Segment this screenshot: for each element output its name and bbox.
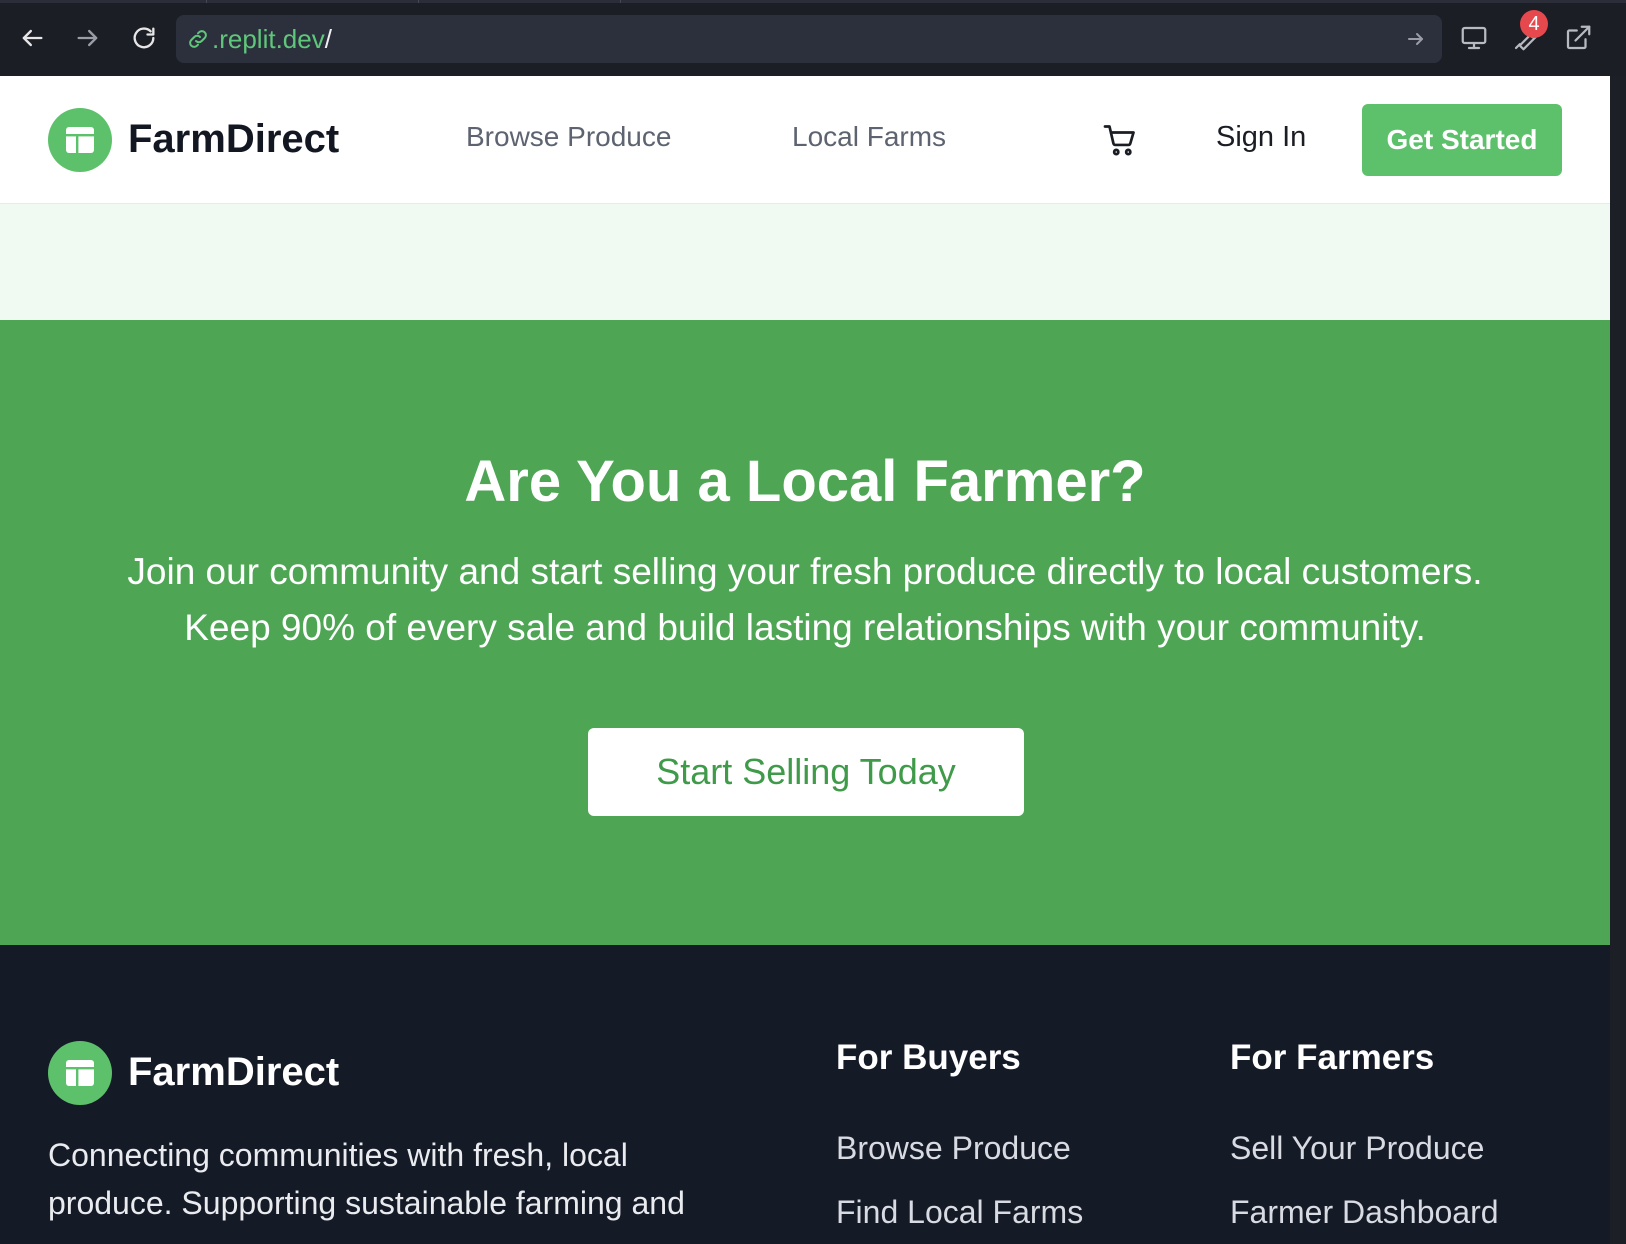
storefront-icon: [66, 1060, 94, 1086]
footer-link-browse-produce[interactable]: Browse Produce: [836, 1129, 1071, 1167]
open-in-new-tab-button[interactable]: [1560, 20, 1596, 56]
device-preview-button[interactable]: [1456, 20, 1492, 56]
monitor-icon: [1461, 26, 1487, 50]
get-started-button[interactable]: Get Started: [1362, 104, 1562, 176]
cta-title: Are You a Local Farmer?: [464, 449, 1146, 514]
reload-icon: [133, 27, 155, 49]
tab-divider: [206, 0, 207, 3]
cta-subtitle-line-1: Join our community and start selling you…: [127, 551, 1483, 592]
notification-badge: 4: [1520, 10, 1548, 38]
cart-icon[interactable]: [1102, 122, 1138, 158]
address-bar[interactable]: .replit.dev/: [176, 15, 1442, 63]
url-text: .replit.dev/: [212, 24, 332, 54]
site-footer: FarmDirect Connecting communities with f…: [0, 945, 1610, 1244]
forward-button[interactable]: [72, 22, 104, 54]
go-arrow-icon[interactable]: [1404, 27, 1428, 51]
footer-link-find-local-farms[interactable]: Find Local Farms: [836, 1193, 1083, 1231]
url-path: /: [324, 24, 332, 54]
footer-link-farmer-dashboard[interactable]: Farmer Dashboard: [1230, 1193, 1499, 1231]
tab-divider: [418, 0, 419, 3]
back-button[interactable]: [16, 22, 48, 54]
start-selling-button[interactable]: Start Selling Today: [588, 728, 1024, 816]
footer-heading-farmers: For Farmers: [1230, 1038, 1435, 1077]
footer-heading-buyers: For Buyers: [836, 1038, 1021, 1077]
back-arrow-icon: [22, 29, 43, 47]
sign-in-link[interactable]: Sign In: [1216, 120, 1306, 154]
footer-description-line-2: produce. Supporting sustainable farming …: [48, 1185, 685, 1221]
footer-logo[interactable]: [48, 1041, 112, 1105]
footer-brand-name[interactable]: FarmDirect: [128, 1049, 339, 1095]
browser-toolbar: .replit.dev/ 4: [0, 0, 1626, 76]
nav-local-farms[interactable]: Local Farms: [792, 120, 946, 154]
footer-description-line-1: Connecting communities with fresh, local: [48, 1137, 628, 1173]
farmer-cta-section: Are You a Local Farmer? Join our communi…: [0, 320, 1610, 945]
nav-browse-produce[interactable]: Browse Produce: [466, 120, 671, 154]
tab-divider: [620, 0, 621, 3]
link-icon: [189, 30, 207, 48]
footer-link-sell-your-produce[interactable]: Sell Your Produce: [1230, 1129, 1484, 1167]
url-domain: .replit.dev: [212, 24, 325, 54]
reload-button[interactable]: [128, 22, 160, 54]
brand-name[interactable]: FarmDirect: [128, 116, 339, 162]
external-link-icon: [1566, 25, 1591, 50]
forward-arrow-icon: [77, 29, 98, 47]
tab-strip-edge: [0, 0, 1626, 3]
page-viewport: FarmDirect Browse Produce Local Farms Si…: [0, 76, 1610, 1244]
scrollbar-gutter[interactable]: [1610, 76, 1626, 1244]
site-header: FarmDirect Browse Produce Local Farms Si…: [0, 76, 1610, 204]
section-spacer: [0, 204, 1610, 320]
cta-subtitle-line-2: Keep 90% of every sale and build lasting…: [184, 607, 1426, 648]
storefront-icon: [66, 127, 94, 153]
logo[interactable]: [48, 108, 112, 172]
